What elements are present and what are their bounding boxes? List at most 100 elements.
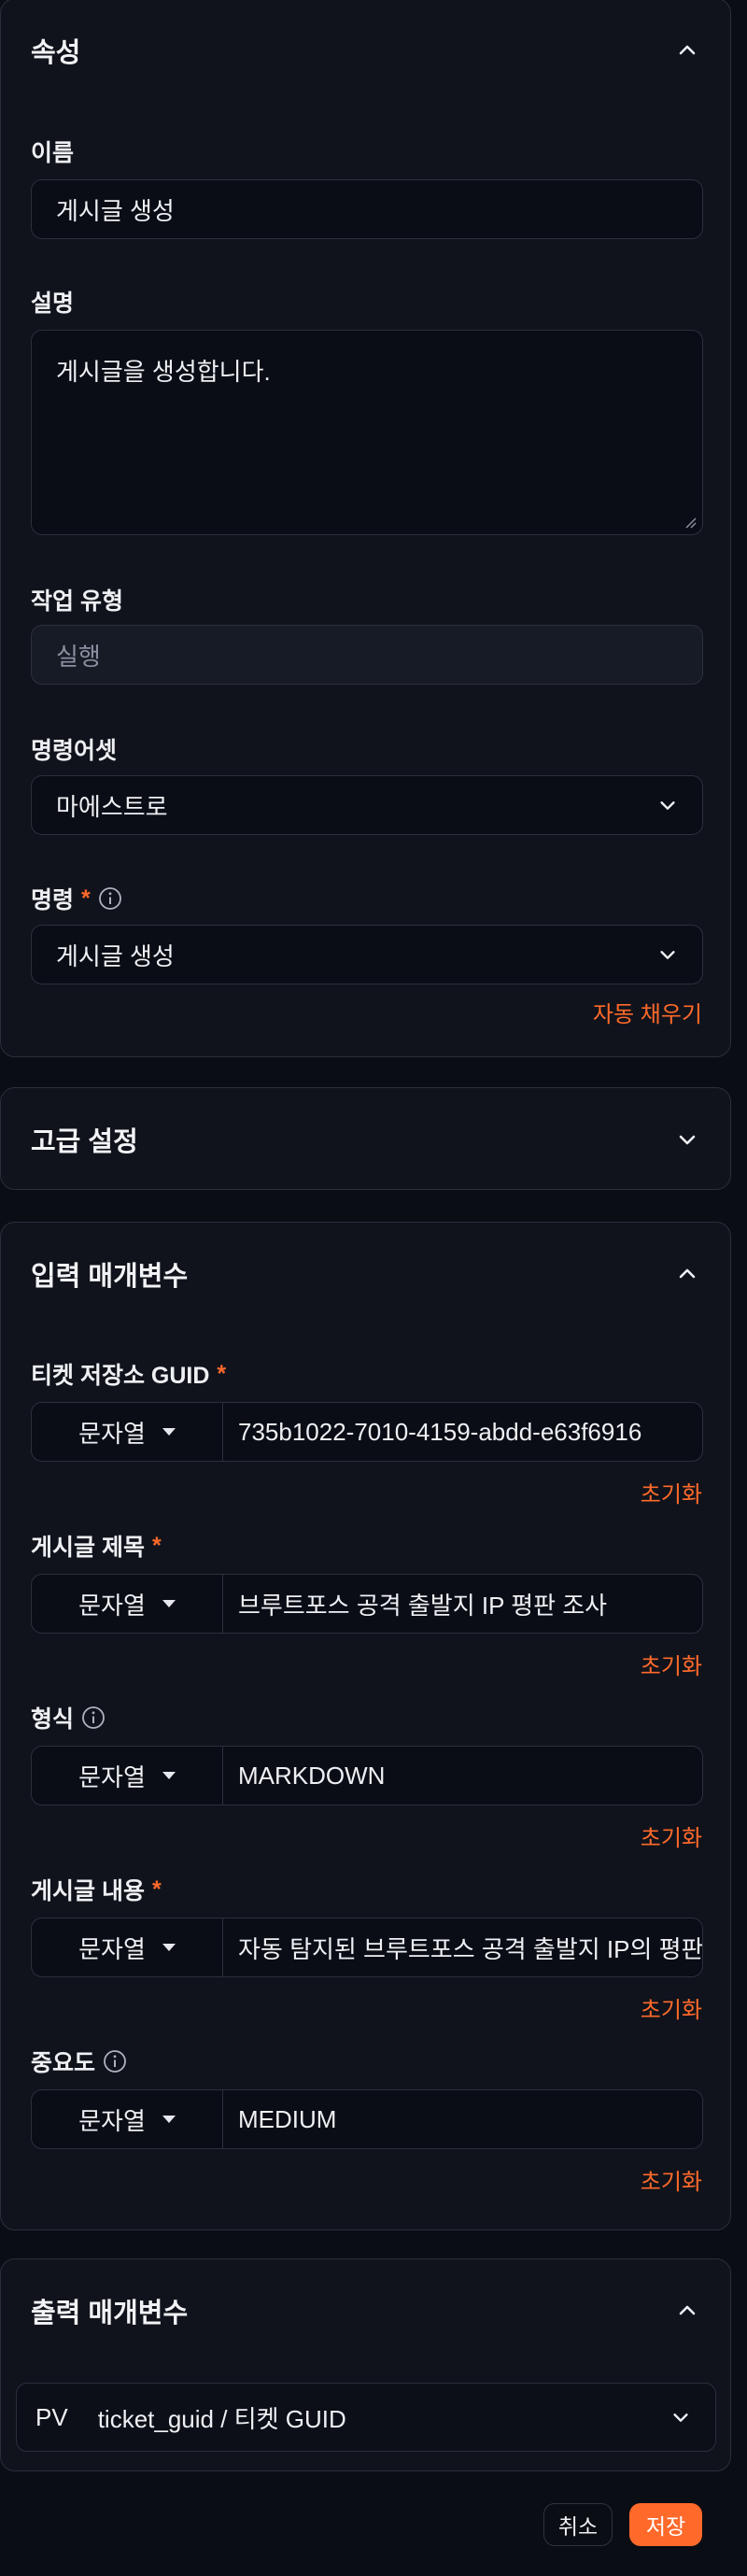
param-type-select[interactable]: 문자열 — [32, 1747, 223, 1805]
name-label-text: 이름 — [31, 140, 75, 166]
input-params-title: 입력 매개변수 — [31, 1262, 189, 1292]
chevron-up-icon[interactable] — [676, 1263, 698, 1285]
param-type-value: 문자열 — [78, 2106, 146, 2135]
param-type-select[interactable]: 문자열 — [32, 1575, 223, 1633]
param-label: 중요도 — [31, 2045, 127, 2078]
param-row: 문자열 자동 탐지된 브루트포스 공격 출발지 IP의 평판 — [31, 1918, 703, 1977]
command-label: 명령 * — [31, 882, 122, 915]
param-label: 게시글 제목 * — [31, 1529, 162, 1563]
param-type-value: 문자열 — [78, 1591, 146, 1620]
param-value-text: 735b1022-7010-4159-abdd-e63f6916 — [238, 1417, 642, 1446]
output-param-item[interactable]: PV ticket_guid / 티켓 GUID — [16, 2383, 716, 2452]
reset-link[interactable]: 초기화 — [641, 1819, 702, 1852]
param-label-text: 게시글 제목 — [31, 1535, 145, 1561]
param-value-text: MEDIUM — [238, 2104, 337, 2133]
description-label-text: 설명 — [31, 290, 75, 317]
reset-link[interactable]: 초기화 — [641, 1476, 702, 1508]
description-textarea[interactable]: 게시글을 생성합니다. — [31, 330, 703, 535]
input-params-header[interactable]: 입력 매개변수 — [1, 1223, 730, 1325]
reset-link[interactable]: 초기화 — [641, 1991, 702, 2024]
properties-header[interactable]: 속성 — [1, 0, 730, 102]
command-asset-value: 마에스트로 — [56, 792, 168, 821]
param-row: 문자열 MEDIUM — [31, 2089, 703, 2149]
param-type-value: 문자열 — [78, 1762, 146, 1791]
autofill-link[interactable]: 자동 채우기 — [593, 996, 702, 1028]
task-type-label: 작업 유형 — [31, 583, 123, 616]
param-value-text: 브루트포스 공격 출발지 IP 평판 조사 — [238, 1591, 608, 1620]
required-asterisk: * — [81, 885, 91, 912]
param-row: 문자열 브루트포스 공격 출발지 IP 평판 조사 — [31, 1574, 703, 1634]
chevron-up-icon[interactable] — [676, 2300, 698, 2322]
param-label: 형식 — [31, 1701, 106, 1734]
param-value-input[interactable]: MARKDOWN — [223, 1747, 702, 1805]
chevron-down-icon — [673, 2413, 688, 2422]
chevron-up-icon[interactable] — [676, 39, 698, 62]
param-label-text: 중요도 — [31, 2050, 96, 2076]
param-value-text: MARKDOWN — [238, 1761, 386, 1790]
param-label-text: 형식 — [31, 1706, 75, 1733]
command-asset-label-text: 명령어셋 — [31, 738, 118, 764]
name-label: 이름 — [31, 134, 74, 168]
description-label: 설명 — [31, 285, 74, 318]
param-label-text: 게시글 내용 — [31, 1878, 145, 1904]
name-input-value: 게시글 생성 — [56, 196, 175, 225]
required-asterisk: * — [151, 1875, 162, 1903]
caret-down-icon — [162, 1600, 176, 1607]
resize-handle-icon[interactable] — [684, 516, 697, 529]
input-params-panel: 입력 매개변수 티켓 저장소 GUID * 문자열 735b1022-7010-… — [0, 1222, 731, 2230]
save-button[interactable]: 저장 — [629, 2503, 702, 2546]
properties-panel: 속성 이름 게시글 생성 설명 게시글을 생성합니다. 작업 유형 실행 명령어… — [0, 0, 731, 1057]
advanced-settings-header[interactable]: 고급 설정 — [1, 1088, 730, 1191]
param-row: 문자열 735b1022-7010-4159-abdd-e63f6916 — [31, 1402, 703, 1462]
param-value-input[interactable]: 브루트포스 공격 출발지 IP 평판 조사 — [223, 1575, 702, 1633]
required-asterisk: * — [151, 1532, 162, 1559]
output-param-tag: PV — [35, 2402, 68, 2431]
required-asterisk: * — [217, 1360, 227, 1387]
param-type-value: 문자열 — [78, 1934, 146, 1963]
caret-down-icon — [162, 1428, 176, 1436]
param-value-text: 자동 탐지된 브루트포스 공격 출발지 IP의 평판 — [238, 1934, 702, 1963]
caret-down-icon — [162, 1944, 176, 1951]
param-type-value: 문자열 — [78, 1419, 146, 1448]
chevron-down-icon — [660, 801, 675, 810]
properties-title: 속성 — [31, 38, 81, 68]
save-button-label: 저장 — [645, 2514, 686, 2539]
chevron-down-icon[interactable] — [676, 1128, 698, 1151]
param-value-input[interactable]: 735b1022-7010-4159-abdd-e63f6916 — [223, 1403, 702, 1461]
param-value-input[interactable]: MEDIUM — [223, 2090, 702, 2148]
output-param-value: ticket_guid / 티켓 GUID — [97, 2404, 346, 2433]
description-textarea-value: 게시글을 생성합니다. — [56, 358, 271, 386]
caret-down-icon — [162, 1772, 176, 1779]
param-row: 문자열 MARKDOWN — [31, 1746, 703, 1805]
param-label-text: 티켓 저장소 GUID — [31, 1363, 210, 1389]
param-type-select[interactable]: 문자열 — [32, 1403, 223, 1461]
command-asset-label: 명령어셋 — [31, 732, 117, 766]
command-select[interactable]: 게시글 생성 — [31, 925, 703, 984]
caret-down-icon — [162, 2116, 176, 2123]
param-type-select[interactable]: 문자열 — [32, 2090, 223, 2148]
command-label-text: 명령 — [31, 887, 75, 913]
name-input[interactable]: 게시글 생성 — [31, 179, 703, 239]
task-type-label-text: 작업 유형 — [31, 588, 123, 615]
info-icon[interactable] — [98, 886, 122, 911]
info-icon[interactable] — [103, 2049, 127, 2074]
param-type-select[interactable]: 문자열 — [32, 1918, 223, 1976]
reset-link[interactable]: 초기화 — [641, 1648, 702, 1680]
reset-link[interactable]: 초기화 — [641, 2163, 702, 2196]
param-label: 게시글 내용 * — [31, 1873, 162, 1906]
output-params-panel: 출력 매개변수 PV ticket_guid / 티켓 GUID — [0, 2258, 731, 2471]
chevron-down-icon — [660, 951, 675, 959]
command-value: 게시글 생성 — [56, 941, 175, 970]
info-icon[interactable] — [81, 1706, 106, 1730]
task-type-value: 실행 — [56, 642, 101, 671]
cancel-button-label: 취소 — [557, 2514, 599, 2539]
command-asset-select[interactable]: 마에스트로 — [31, 775, 703, 835]
param-value-input[interactable]: 자동 탐지된 브루트포스 공격 출발지 IP의 평판 — [223, 1918, 702, 1976]
advanced-settings-panel: 고급 설정 — [0, 1087, 731, 1190]
advanced-settings-title: 고급 설정 — [31, 1127, 138, 1157]
task-type-input: 실행 — [31, 625, 703, 685]
output-params-header[interactable]: 출력 매개변수 — [1, 2259, 730, 2362]
cancel-button[interactable]: 취소 — [543, 2503, 613, 2546]
output-params-title: 출력 매개변수 — [31, 2299, 189, 2328]
param-label: 티켓 저장소 GUID * — [31, 1357, 226, 1391]
